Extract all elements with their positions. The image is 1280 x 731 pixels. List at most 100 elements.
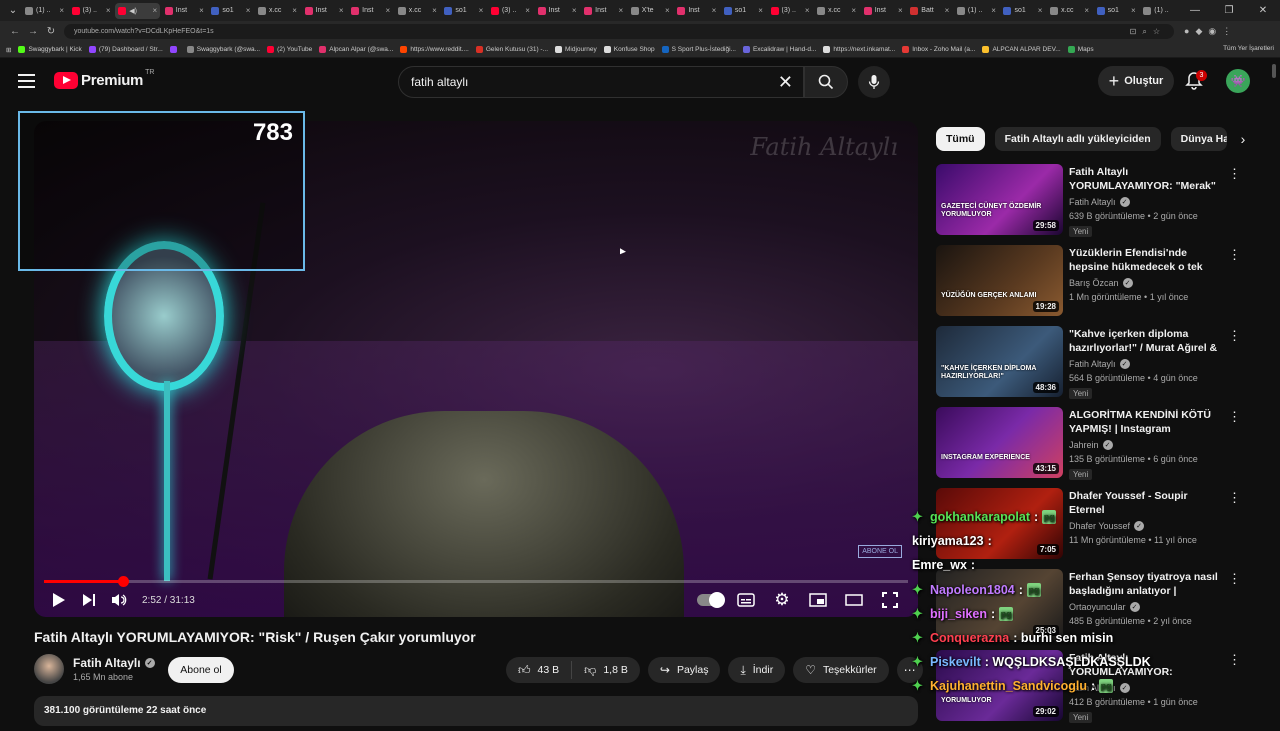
close-tab-icon[interactable]: ×: [199, 6, 204, 15]
video-title[interactable]: "Kahve içerken diploma hazırlıyorlar!" /…: [1069, 328, 1219, 355]
related-video-item[interactable]: YÜZÜĞÜN GERÇEK ANLAMI 19:28 Yüzüklerin Efe…: [936, 245, 1246, 326]
subtitles-button[interactable]: [728, 588, 764, 612]
scrollbar-thumb[interactable]: [1272, 64, 1276, 78]
close-tab-icon[interactable]: ×: [246, 6, 251, 15]
close-tab-icon[interactable]: ×: [805, 6, 810, 15]
close-tab-icon[interactable]: ×: [106, 6, 111, 15]
browser-tab[interactable]: Inst ×: [674, 3, 719, 19]
forward-icon[interactable]: →: [24, 26, 42, 37]
description-box[interactable]: 381.100 görüntüleme 22 saat önce: [34, 696, 918, 726]
more-vertical-icon[interactable]: ⋮: [1228, 247, 1241, 263]
related-video-item[interactable]: GAZETECİ CÜNEYT ÖZDEMİR YORUMLUYOR 29:58 F…: [936, 164, 1246, 245]
browser-tab[interactable]: X'te ×: [628, 3, 673, 19]
browser-tab[interactable]: so1 ×: [441, 3, 486, 19]
browser-tab[interactable]: (1) .. ×: [954, 3, 999, 19]
bookmark-item[interactable]: (79) Dashboard / Str...: [88, 46, 163, 53]
browser-menu-icon[interactable]: ⋮: [1222, 26, 1231, 37]
close-tab-icon[interactable]: ×: [758, 6, 763, 15]
browser-tab[interactable]: (3) .. ×: [69, 3, 114, 19]
close-tab-icon[interactable]: ×: [479, 6, 484, 15]
close-tab-icon[interactable]: ×: [339, 6, 344, 15]
all-bookmarks[interactable]: Tüm Yer İşaretleri: [1223, 45, 1274, 52]
apps-icon[interactable]: ⊞: [6, 46, 11, 54]
related-video-item[interactable]: "KAHVE İÇERKEN DİPLOMA HAZIRLIYORLAR!" 48…: [936, 326, 1246, 407]
channel-name[interactable]: Fatih Altaylı: [73, 656, 141, 670]
browser-tab[interactable]: Inst ×: [302, 3, 347, 19]
tab-search-icon[interactable]: ⌄: [4, 3, 22, 19]
close-tab-icon[interactable]: ×: [851, 6, 856, 15]
voice-search-button[interactable]: [858, 66, 890, 98]
more-vertical-icon[interactable]: ⋮: [1228, 166, 1241, 182]
chip-from-uploader[interactable]: Fatih Altaylı adlı yükleyiciden: [994, 127, 1161, 151]
search-input[interactable]: fatih altaylı ✕: [398, 66, 804, 98]
close-tab-icon[interactable]: ×: [618, 6, 623, 15]
video-title[interactable]: Yüzüklerin Efendisi'nde hepsine hükmedec…: [1069, 247, 1219, 274]
chip-world-news[interactable]: Dünya Haberleri: [1170, 127, 1227, 151]
video-channel[interactable]: Jahrein: [1069, 440, 1099, 450]
extension-icon[interactable]: ◆: [1195, 26, 1202, 37]
browser-tab[interactable]: so1 ×: [1094, 3, 1139, 19]
channel-avatar[interactable]: [34, 654, 64, 684]
browser-tab[interactable]: Inst ×: [348, 3, 393, 19]
theater-mode-button[interactable]: [836, 588, 872, 612]
bookmark-item[interactable]: ALPCAN ALPAR DEV...: [982, 46, 1061, 53]
close-tab-icon[interactable]: ×: [665, 6, 670, 15]
back-icon[interactable]: ←: [6, 26, 24, 37]
browser-tab[interactable]: so1 ×: [208, 3, 253, 19]
close-tab-icon[interactable]: ×: [525, 6, 530, 15]
bookmark-item[interactable]: https://www.reddit....: [400, 46, 469, 53]
close-tab-icon[interactable]: ×: [1084, 6, 1089, 15]
url-field[interactable]: youtube.com/watch?v=DCdLKpHeFEO&t=1s ⊡⌕☆: [64, 24, 1174, 39]
next-button[interactable]: [74, 588, 104, 612]
close-tab-icon[interactable]: ×: [898, 6, 903, 15]
browser-tab[interactable]: Inst ×: [581, 3, 626, 19]
thanks-button[interactable]: ♡ Teşekkürler: [793, 657, 889, 683]
settings-button[interactable]: ⚙: [764, 588, 800, 612]
more-vertical-icon[interactable]: ⋮: [1228, 490, 1241, 506]
close-tab-icon[interactable]: ×: [712, 6, 717, 15]
share-button[interactable]: ↪ Paylaş: [647, 657, 721, 683]
close-tab-icon[interactable]: ×: [385, 6, 390, 15]
video-title[interactable]: ALGORİTMA KENDİNİ KÖTÜ YAPMIŞ! | Instagr…: [1069, 409, 1219, 436]
bookmark-item[interactable]: Excalidraw | Hand-d...: [742, 46, 816, 53]
browser-tab[interactable]: Inst ×: [535, 3, 580, 19]
browser-tab[interactable]: (1) .. ×: [22, 3, 67, 19]
browser-tab[interactable]: so1 ×: [721, 3, 766, 19]
bookmark-item[interactable]: Konfuse Shop: [603, 46, 655, 53]
close-tab-icon[interactable]: ×: [572, 6, 577, 15]
subscribe-button[interactable]: Abone ol: [168, 657, 234, 683]
video-thumbnail[interactable]: "KAHVE İÇERKEN DİPLOMA HAZIRLIYORLAR!" 48…: [936, 326, 1063, 397]
subscribe-watermark[interactable]: ABONE OL: [858, 545, 902, 558]
volume-button[interactable]: [104, 588, 134, 612]
video-title[interactable]: Fatih Altaylı YORUMLAYAMIYOR: "Merak" / …: [1069, 166, 1219, 193]
fullscreen-button[interactable]: [872, 588, 908, 612]
browser-tab[interactable]: Inst ×: [861, 3, 906, 19]
bookmark-item[interactable]: S Sport Plus-İstediği...: [661, 46, 736, 53]
progress-bar[interactable]: [44, 576, 908, 587]
minimize-icon[interactable]: —: [1178, 5, 1212, 16]
close-tab-icon[interactable]: ×: [292, 6, 297, 15]
related-video-item[interactable]: INSTAGRAM EXPERIENCE 43:15 ALGORİTMA KENDİ…: [936, 407, 1246, 488]
dislike-button[interactable]: 👎︎ 1,8 B: [572, 657, 640, 683]
autoplay-toggle[interactable]: [692, 588, 728, 612]
video-thumbnail[interactable]: GAZETECİ CÜNEYT ÖZDEMİR YORUMLUYOR 29:58: [936, 164, 1063, 235]
browser-tab[interactable]: x.cc ×: [395, 3, 440, 19]
profile-icon[interactable]: ◉: [1208, 26, 1216, 37]
bookmark-item[interactable]: Inbox - Zoho Mail (a...: [902, 46, 975, 53]
extension-icon[interactable]: ●: [1184, 26, 1189, 37]
video-channel[interactable]: Fatih Altaylı: [1069, 359, 1116, 369]
create-button[interactable]: + Oluştur: [1098, 66, 1174, 96]
youtube-logo[interactable]: Premium TR: [54, 69, 154, 89]
video-thumbnail[interactable]: YÜZÜĞÜN GERÇEK ANLAMI 19:28: [936, 245, 1063, 316]
more-vertical-icon[interactable]: ⋮: [1228, 409, 1241, 425]
page-scrollbar[interactable]: [1272, 58, 1278, 698]
download-button[interactable]: ⤓ İndir: [728, 657, 786, 683]
bookmark-item[interactable]: Gelen Kutusu (31) -...: [475, 46, 548, 53]
account-avatar[interactable]: 👾: [1226, 69, 1250, 93]
browser-tab[interactable]: (3) .. ×: [488, 3, 533, 19]
browser-tab[interactable]: x.cc ×: [1047, 3, 1092, 19]
video-thumbnail[interactable]: INSTAGRAM EXPERIENCE 43:15: [936, 407, 1063, 478]
miniplayer-button[interactable]: [800, 588, 836, 612]
play-button[interactable]: [44, 588, 74, 612]
browser-tab[interactable]: (3) .. ×: [768, 3, 813, 19]
